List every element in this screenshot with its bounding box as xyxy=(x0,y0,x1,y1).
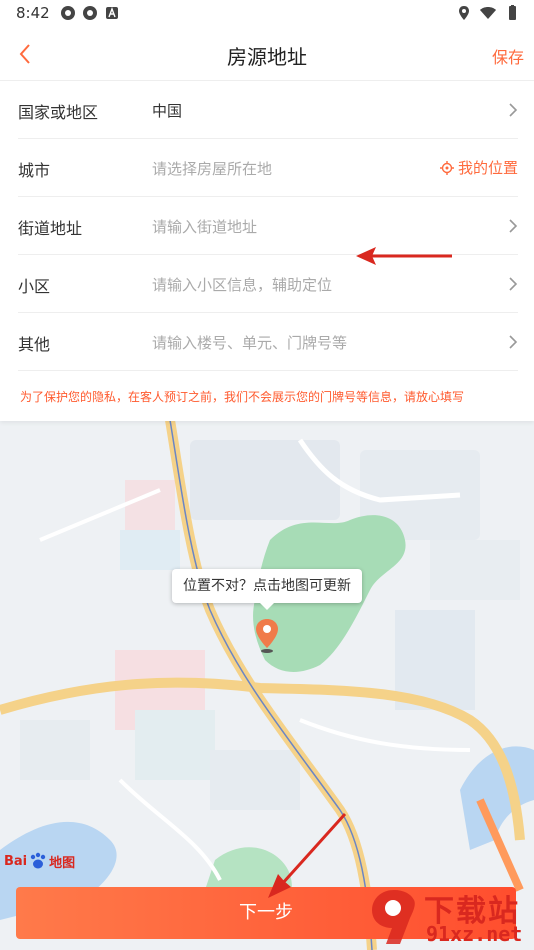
site-watermark: 下载站 91xz.net xyxy=(364,884,534,950)
battery-icon xyxy=(509,5,516,20)
watermark-logo-icon xyxy=(372,890,415,944)
my-location-label: 我的位置 xyxy=(457,159,518,177)
privacy-notice: 为了保护您的隐私，在客人预订之前，我们不会展示您的门牌号等信息，请放心填写 xyxy=(20,390,465,404)
community-input[interactable]: 请输入小区信息，辅助定位 xyxy=(152,274,332,295)
street-row[interactable]: 街道地址 请输入街道地址 xyxy=(18,197,518,255)
locate-crosshair-icon xyxy=(439,160,454,175)
baidu-map-logo: Bai 地图 xyxy=(4,851,75,871)
save-button[interactable]: 保存 xyxy=(492,44,524,68)
country-value: 中国 xyxy=(152,102,183,120)
street-input[interactable]: 请输入街道地址 xyxy=(152,216,257,237)
status-time: 8:42 xyxy=(16,4,50,22)
community-label: 小区 xyxy=(18,277,51,296)
chevron-right-icon xyxy=(509,277,518,291)
map-pin-icon xyxy=(256,619,278,653)
app-a-icon xyxy=(106,7,118,19)
address-form: 国家或地区 中国 城市 请选择房屋所在地 我的位置 街道地址 请输入街道地址 小… xyxy=(0,81,534,421)
map-view[interactable] xyxy=(0,420,534,950)
my-location-button[interactable]: 我的位置 xyxy=(439,157,518,178)
city-input[interactable]: 请选择房屋所在地 xyxy=(152,158,272,179)
city-label: 城市 xyxy=(18,161,51,180)
street-label: 街道地址 xyxy=(18,219,83,238)
community-row[interactable]: 小区 请输入小区信息，辅助定位 xyxy=(18,255,518,313)
country-label: 国家或地区 xyxy=(18,103,99,122)
aperture-icon xyxy=(83,6,97,20)
chevron-right-icon xyxy=(509,219,518,233)
other-row[interactable]: 其他 请输入楼号、单元、门牌号等 xyxy=(18,313,518,371)
baidu-paw-icon xyxy=(30,852,46,869)
app-header: 房源地址 保存 xyxy=(0,28,534,81)
other-input[interactable]: 请输入楼号、单元、门牌号等 xyxy=(152,332,347,353)
status-bar: 8:42 xyxy=(0,0,534,28)
map-tooltip[interactable]: 位置不对？点击地图可更新 xyxy=(172,569,362,610)
watermark-domain: 91xz.net xyxy=(426,922,523,946)
city-row[interactable]: 城市 请选择房屋所在地 我的位置 xyxy=(18,139,518,197)
other-label: 其他 xyxy=(18,335,51,354)
map-canvas xyxy=(0,420,534,950)
chevron-right-icon xyxy=(509,103,518,117)
chevron-right-icon xyxy=(509,335,518,349)
country-row[interactable]: 国家或地区 中国 xyxy=(18,81,518,139)
page-title: 房源地址 xyxy=(227,45,307,69)
location-icon xyxy=(459,6,469,20)
baidu-logo-map: 地图 xyxy=(49,855,76,871)
baidu-logo-text: Bai xyxy=(4,853,28,869)
aperture-icon xyxy=(61,6,75,20)
wifi-icon xyxy=(480,7,496,19)
